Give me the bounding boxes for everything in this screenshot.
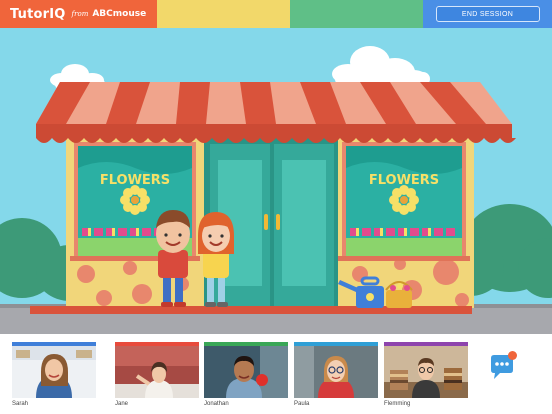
student-video-jane[interactable] [115, 342, 199, 398]
top-bar: TutorIQ from ABCmouse END SESSION [0, 0, 552, 28]
student-video-sarah[interactable] [12, 342, 96, 398]
shop-awning [36, 82, 516, 143]
flemming-photo [384, 346, 468, 398]
chat-button[interactable] [488, 351, 518, 382]
flower-basket [385, 281, 413, 308]
flower-icon [389, 185, 419, 215]
paula-photo [294, 346, 378, 398]
right-window: FLOWERS [338, 142, 470, 261]
student-video-paula[interactable] [294, 342, 378, 398]
student-tile[interactable]: Sarah [12, 342, 96, 407]
student-video-flemming[interactable] [384, 342, 468, 398]
flower-icon [120, 185, 150, 215]
student-strip: Sarah Jane Jonathan Paula Flemming [0, 334, 552, 414]
brand-logo: TutorIQ from ABCmouse [0, 0, 157, 28]
sarah-photo [12, 346, 96, 398]
top-bar-green-segment [290, 0, 423, 28]
brand-partner: ABCmouse [92, 9, 147, 19]
brand-name: TutorIQ [10, 6, 66, 22]
top-bar-yellow-segment [157, 0, 290, 28]
student-video-jonathan[interactable] [204, 342, 288, 398]
jonathan-photo [204, 346, 288, 398]
jane-photo [115, 346, 199, 398]
notification-dot [508, 351, 517, 360]
flower-shop-scene: FLOWERS FLOWERS [0, 28, 552, 334]
top-bar-blue-segment: END SESSION [423, 0, 552, 28]
scene-illustration: FLOWERS FLOWERS [0, 28, 552, 334]
student-name: Jane [115, 401, 129, 407]
student-name: Jonathan [204, 401, 229, 407]
student-name: Paula [294, 401, 310, 407]
student-tile[interactable]: Jane [115, 342, 199, 407]
student-name: Flemming [384, 401, 411, 407]
student-tile[interactable]: Jonathan [204, 342, 288, 407]
brand-from: from [71, 10, 89, 18]
student-name: Sarah [12, 401, 29, 407]
end-session-button[interactable]: END SESSION [435, 6, 540, 22]
student-tile[interactable]: Paula [294, 342, 378, 407]
student-tile[interactable]: Flemming [384, 342, 468, 407]
